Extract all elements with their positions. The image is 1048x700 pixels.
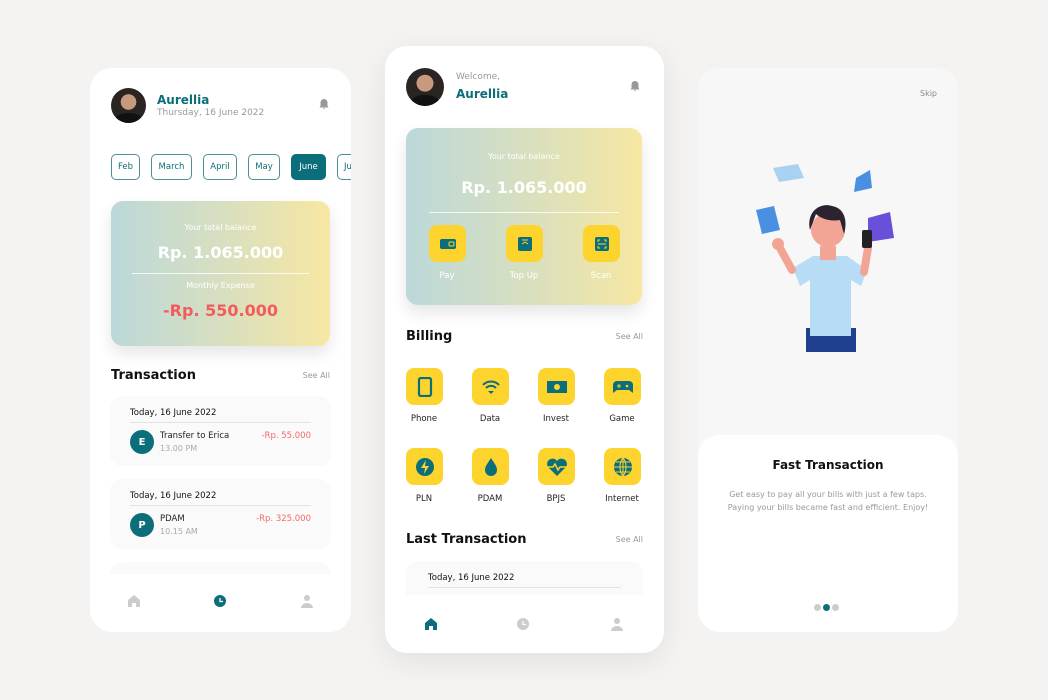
welcome-text: Welcome,: [456, 72, 501, 82]
expense-label: Monthly Expense: [186, 281, 255, 290]
billing-label: Phone: [410, 414, 438, 424]
billing-pdam[interactable]: [472, 448, 509, 485]
home-screen: Welcome, Aurellia Your total balance Rp.…: [385, 46, 664, 653]
page-dot[interactable]: [814, 604, 821, 611]
skip-button[interactable]: Skip: [920, 89, 937, 98]
scan-button[interactable]: [583, 225, 620, 262]
page-indicator: [814, 604, 839, 611]
transaction-title: Transfer to Erica: [160, 431, 230, 441]
current-date: Thursday, 16 June 2022: [157, 108, 265, 118]
profile-icon[interactable]: [300, 594, 314, 608]
month-march[interactable]: March: [151, 154, 192, 180]
transaction-card[interactable]: Today, 16 June 2022 P PDAM 10.15 AM -Rp.…: [110, 479, 331, 549]
billing-label: BPJS: [546, 494, 566, 504]
divider: [428, 587, 621, 588]
transaction-amount: -Rp. 325.000: [256, 514, 311, 524]
month-feb[interactable]: Feb: [111, 154, 140, 180]
bottom-nav: [90, 574, 351, 632]
top-up-button[interactable]: [506, 225, 543, 262]
last-transaction-see-all[interactable]: See All: [616, 535, 643, 544]
billing-label: Data: [479, 414, 501, 424]
onboarding-panel: Fast Transaction Get easy to pay all you…: [698, 435, 958, 632]
divider: [429, 212, 619, 213]
history-icon[interactable]: [213, 594, 227, 608]
transaction-card[interactable]: Today, 16 June 2022 E Transfer to Erica …: [110, 396, 331, 466]
transaction-avatar: E: [130, 430, 154, 454]
last-transaction-title: Last Transaction: [406, 532, 527, 547]
person-with-phone-illustration: [756, 164, 894, 352]
see-all-link[interactable]: See All: [303, 371, 330, 380]
scan-icon: [594, 236, 609, 251]
billing-label: PLN: [415, 494, 433, 504]
transaction-title: PDAM: [160, 514, 185, 524]
month-july[interactable]: Ju: [337, 154, 351, 180]
billing-pln[interactable]: [406, 448, 443, 485]
pay-button[interactable]: [429, 225, 466, 262]
page-dot-active[interactable]: [823, 604, 830, 611]
user-name: Aurellia: [456, 87, 509, 101]
lightning-icon: [415, 457, 434, 476]
billing-internet[interactable]: [604, 448, 641, 485]
wifi-icon: [481, 380, 500, 394]
divider: [132, 273, 309, 274]
transaction-date: Today, 16 June 2022: [130, 408, 217, 418]
page-dot[interactable]: [832, 604, 839, 611]
pay-label: Pay: [439, 271, 455, 281]
divider: [130, 422, 311, 423]
divider: [130, 505, 311, 506]
transaction-time: 10.15 AM: [160, 527, 198, 536]
billing-data[interactable]: [472, 368, 509, 405]
transaction-time: 13.00 PM: [160, 444, 198, 453]
billing-label: Game: [609, 414, 635, 424]
history-icon[interactable]: [516, 617, 530, 631]
balance-amount: Rp. 1.065.000: [157, 243, 284, 262]
phone-icon: [417, 376, 432, 397]
section-title: Transaction: [111, 368, 196, 383]
billing-bpjs[interactable]: [538, 448, 575, 485]
billing-game[interactable]: [604, 368, 641, 405]
avatar[interactable]: [111, 88, 146, 123]
avatar[interactable]: [406, 68, 444, 106]
history-screen: Aurellia Thursday, 16 June 2022 Feb Marc…: [90, 68, 351, 632]
wallet-icon: [439, 238, 456, 249]
bottom-nav: [385, 595, 664, 653]
billing-label: PDAM: [477, 494, 503, 504]
globe-icon: [613, 457, 632, 476]
billing-title: Billing: [406, 329, 453, 344]
heart-pulse-icon: [546, 458, 567, 476]
billing-label: Internet: [605, 494, 639, 504]
month-april[interactable]: April: [203, 154, 237, 180]
onboarding-screen: Skip Fast Transaction Get easy to pay al…: [698, 68, 958, 632]
home-icon[interactable]: [424, 617, 438, 631]
top-up-icon: [517, 236, 532, 251]
money-icon: [546, 380, 567, 393]
gamepad-icon: [612, 380, 633, 393]
billing-phone[interactable]: [406, 368, 443, 405]
month-may[interactable]: May: [248, 154, 280, 180]
balance-amount: Rp. 1.065.000: [461, 178, 587, 197]
transaction-avatar: P: [130, 513, 154, 537]
bell-icon[interactable]: [318, 98, 330, 110]
billing-label: Invest: [543, 414, 569, 424]
bell-icon[interactable]: [629, 80, 641, 92]
user-name: Aurellia: [157, 93, 210, 107]
profile-icon[interactable]: [610, 617, 624, 631]
billing-invest[interactable]: [538, 368, 575, 405]
scan-label: Scan: [590, 271, 612, 281]
home-icon[interactable]: [127, 594, 141, 608]
transaction-date: Today, 16 June 2022: [130, 491, 217, 501]
water-drop-icon: [484, 457, 497, 476]
transaction-date: Today, 16 June 2022: [428, 573, 515, 583]
balance-label: Your total balance: [184, 223, 257, 232]
month-june[interactable]: June: [291, 154, 326, 180]
onboarding-description: Get easy to pay all your bills with just…: [727, 490, 929, 512]
billing-see-all[interactable]: See All: [616, 332, 643, 341]
transaction-amount: -Rp. 55.000: [261, 431, 311, 441]
onboarding-title: Fast Transaction: [772, 458, 884, 472]
expense-amount: -Rp. 550.000: [163, 301, 278, 320]
balance-card: Your total balance Rp. 1.065.000 Monthly…: [111, 201, 330, 346]
balance-label: Your total balance: [488, 152, 560, 161]
top-up-label: Top Up: [509, 271, 539, 281]
balance-card: Your total balance Rp. 1.065.000 Pay Top…: [406, 128, 642, 305]
